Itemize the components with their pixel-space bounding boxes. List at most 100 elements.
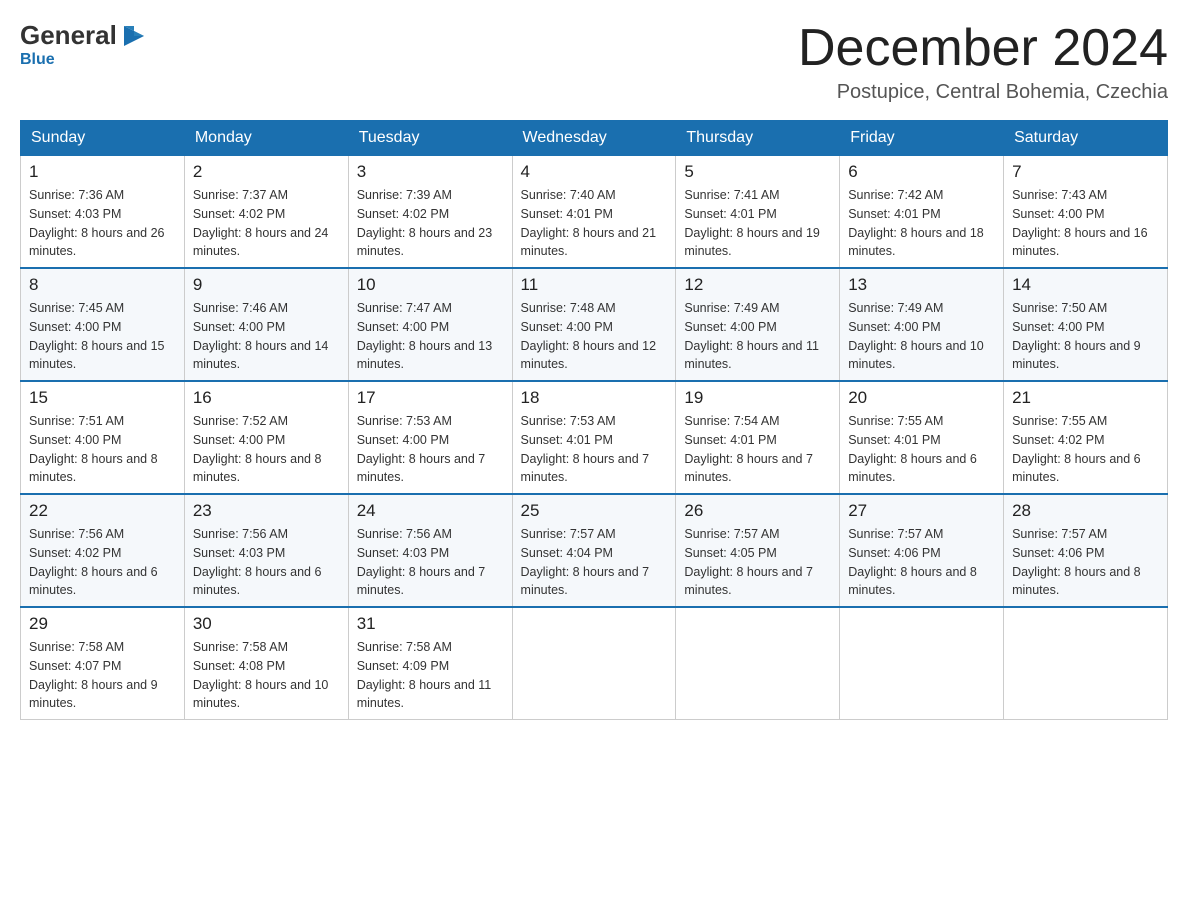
calendar-cell: 22 Sunrise: 7:56 AMSunset: 4:02 PMDaylig… bbox=[21, 494, 185, 607]
calendar-cell: 25 Sunrise: 7:57 AMSunset: 4:04 PMDaylig… bbox=[512, 494, 676, 607]
calendar-cell: 21 Sunrise: 7:55 AMSunset: 4:02 PMDaylig… bbox=[1004, 381, 1168, 494]
day-info: Sunrise: 7:45 AMSunset: 4:00 PMDaylight:… bbox=[29, 301, 165, 371]
col-friday: Friday bbox=[840, 121, 1004, 156]
logo: General Blue bbox=[20, 20, 151, 69]
day-info: Sunrise: 7:55 AMSunset: 4:02 PMDaylight:… bbox=[1012, 414, 1141, 484]
day-number: 17 bbox=[357, 388, 504, 408]
calendar-week-row: 29 Sunrise: 7:58 AMSunset: 4:07 PMDaylig… bbox=[21, 607, 1168, 720]
day-number: 10 bbox=[357, 275, 504, 295]
calendar-week-row: 1 Sunrise: 7:36 AMSunset: 4:03 PMDayligh… bbox=[21, 156, 1168, 269]
calendar-week-row: 8 Sunrise: 7:45 AMSunset: 4:00 PMDayligh… bbox=[21, 268, 1168, 381]
day-number: 14 bbox=[1012, 275, 1159, 295]
calendar-cell: 18 Sunrise: 7:53 AMSunset: 4:01 PMDaylig… bbox=[512, 381, 676, 494]
day-info: Sunrise: 7:54 AMSunset: 4:01 PMDaylight:… bbox=[684, 414, 813, 484]
calendar-title: December 2024 bbox=[798, 20, 1168, 77]
day-number: 2 bbox=[193, 162, 340, 182]
calendar-cell: 6 Sunrise: 7:42 AMSunset: 4:01 PMDayligh… bbox=[840, 156, 1004, 269]
col-saturday: Saturday bbox=[1004, 121, 1168, 156]
day-info: Sunrise: 7:56 AMSunset: 4:02 PMDaylight:… bbox=[29, 527, 158, 597]
day-number: 16 bbox=[193, 388, 340, 408]
day-info: Sunrise: 7:51 AMSunset: 4:00 PMDaylight:… bbox=[29, 414, 158, 484]
day-info: Sunrise: 7:49 AMSunset: 4:00 PMDaylight:… bbox=[848, 301, 984, 371]
calendar-cell: 14 Sunrise: 7:50 AMSunset: 4:00 PMDaylig… bbox=[1004, 268, 1168, 381]
day-info: Sunrise: 7:43 AMSunset: 4:00 PMDaylight:… bbox=[1012, 188, 1148, 258]
calendar-cell: 15 Sunrise: 7:51 AMSunset: 4:00 PMDaylig… bbox=[21, 381, 185, 494]
day-info: Sunrise: 7:53 AMSunset: 4:01 PMDaylight:… bbox=[521, 414, 650, 484]
col-sunday: Sunday bbox=[21, 121, 185, 156]
calendar-cell: 4 Sunrise: 7:40 AMSunset: 4:01 PMDayligh… bbox=[512, 156, 676, 269]
calendar-cell: 28 Sunrise: 7:57 AMSunset: 4:06 PMDaylig… bbox=[1004, 494, 1168, 607]
day-number: 3 bbox=[357, 162, 504, 182]
day-number: 27 bbox=[848, 501, 995, 521]
calendar-cell: 8 Sunrise: 7:45 AMSunset: 4:00 PMDayligh… bbox=[21, 268, 185, 381]
calendar-cell: 1 Sunrise: 7:36 AMSunset: 4:03 PMDayligh… bbox=[21, 156, 185, 269]
calendar-cell: 3 Sunrise: 7:39 AMSunset: 4:02 PMDayligh… bbox=[348, 156, 512, 269]
day-number: 6 bbox=[848, 162, 995, 182]
calendar-cell: 7 Sunrise: 7:43 AMSunset: 4:00 PMDayligh… bbox=[1004, 156, 1168, 269]
calendar-week-row: 15 Sunrise: 7:51 AMSunset: 4:00 PMDaylig… bbox=[21, 381, 1168, 494]
day-number: 11 bbox=[521, 275, 668, 295]
day-info: Sunrise: 7:57 AMSunset: 4:06 PMDaylight:… bbox=[1012, 527, 1141, 597]
day-number: 28 bbox=[1012, 501, 1159, 521]
day-info: Sunrise: 7:42 AMSunset: 4:01 PMDaylight:… bbox=[848, 188, 984, 258]
day-number: 15 bbox=[29, 388, 176, 408]
calendar-cell: 20 Sunrise: 7:55 AMSunset: 4:01 PMDaylig… bbox=[840, 381, 1004, 494]
calendar-cell: 23 Sunrise: 7:56 AMSunset: 4:03 PMDaylig… bbox=[184, 494, 348, 607]
calendar-cell: 12 Sunrise: 7:49 AMSunset: 4:00 PMDaylig… bbox=[676, 268, 840, 381]
calendar-cell: 29 Sunrise: 7:58 AMSunset: 4:07 PMDaylig… bbox=[21, 607, 185, 720]
day-info: Sunrise: 7:56 AMSunset: 4:03 PMDaylight:… bbox=[193, 527, 322, 597]
logo-general-text: General bbox=[20, 20, 117, 51]
calendar-cell bbox=[676, 607, 840, 720]
day-number: 30 bbox=[193, 614, 340, 634]
calendar-cell: 11 Sunrise: 7:48 AMSunset: 4:00 PMDaylig… bbox=[512, 268, 676, 381]
logo-text: General bbox=[20, 20, 151, 51]
day-info: Sunrise: 7:58 AMSunset: 4:08 PMDaylight:… bbox=[193, 640, 329, 710]
day-number: 25 bbox=[521, 501, 668, 521]
day-number: 22 bbox=[29, 501, 176, 521]
day-info: Sunrise: 7:58 AMSunset: 4:09 PMDaylight:… bbox=[357, 640, 492, 710]
logo-flag-icon bbox=[118, 24, 150, 48]
calendar-week-row: 22 Sunrise: 7:56 AMSunset: 4:02 PMDaylig… bbox=[21, 494, 1168, 607]
calendar-cell: 26 Sunrise: 7:57 AMSunset: 4:05 PMDaylig… bbox=[676, 494, 840, 607]
calendar-cell: 19 Sunrise: 7:54 AMSunset: 4:01 PMDaylig… bbox=[676, 381, 840, 494]
day-info: Sunrise: 7:48 AMSunset: 4:00 PMDaylight:… bbox=[521, 301, 657, 371]
day-number: 9 bbox=[193, 275, 340, 295]
calendar-cell: 13 Sunrise: 7:49 AMSunset: 4:00 PMDaylig… bbox=[840, 268, 1004, 381]
calendar-cell: 16 Sunrise: 7:52 AMSunset: 4:00 PMDaylig… bbox=[184, 381, 348, 494]
calendar-cell: 31 Sunrise: 7:58 AMSunset: 4:09 PMDaylig… bbox=[348, 607, 512, 720]
col-monday: Monday bbox=[184, 121, 348, 156]
day-number: 12 bbox=[684, 275, 831, 295]
page-header: General Blue December 2024 Postupice, Ce… bbox=[20, 20, 1168, 104]
day-number: 24 bbox=[357, 501, 504, 521]
calendar-cell bbox=[512, 607, 676, 720]
title-block: December 2024 Postupice, Central Bohemia… bbox=[798, 20, 1168, 104]
day-info: Sunrise: 7:53 AMSunset: 4:00 PMDaylight:… bbox=[357, 414, 486, 484]
day-info: Sunrise: 7:36 AMSunset: 4:03 PMDaylight:… bbox=[29, 188, 165, 258]
calendar-cell bbox=[1004, 607, 1168, 720]
day-info: Sunrise: 7:46 AMSunset: 4:00 PMDaylight:… bbox=[193, 301, 329, 371]
day-info: Sunrise: 7:49 AMSunset: 4:00 PMDaylight:… bbox=[684, 301, 819, 371]
col-tuesday: Tuesday bbox=[348, 121, 512, 156]
day-info: Sunrise: 7:41 AMSunset: 4:01 PMDaylight:… bbox=[684, 188, 820, 258]
col-thursday: Thursday bbox=[676, 121, 840, 156]
day-number: 8 bbox=[29, 275, 176, 295]
day-number: 31 bbox=[357, 614, 504, 634]
day-number: 20 bbox=[848, 388, 995, 408]
day-info: Sunrise: 7:57 AMSunset: 4:06 PMDaylight:… bbox=[848, 527, 977, 597]
calendar-cell: 2 Sunrise: 7:37 AMSunset: 4:02 PMDayligh… bbox=[184, 156, 348, 269]
day-number: 5 bbox=[684, 162, 831, 182]
calendar-cell: 5 Sunrise: 7:41 AMSunset: 4:01 PMDayligh… bbox=[676, 156, 840, 269]
calendar-cell: 9 Sunrise: 7:46 AMSunset: 4:00 PMDayligh… bbox=[184, 268, 348, 381]
day-info: Sunrise: 7:40 AMSunset: 4:01 PMDaylight:… bbox=[521, 188, 657, 258]
day-info: Sunrise: 7:58 AMSunset: 4:07 PMDaylight:… bbox=[29, 640, 158, 710]
day-number: 1 bbox=[29, 162, 176, 182]
day-info: Sunrise: 7:57 AMSunset: 4:05 PMDaylight:… bbox=[684, 527, 813, 597]
day-number: 7 bbox=[1012, 162, 1159, 182]
day-info: Sunrise: 7:52 AMSunset: 4:00 PMDaylight:… bbox=[193, 414, 322, 484]
day-info: Sunrise: 7:47 AMSunset: 4:00 PMDaylight:… bbox=[357, 301, 493, 371]
day-number: 4 bbox=[521, 162, 668, 182]
calendar-subtitle: Postupice, Central Bohemia, Czechia bbox=[798, 81, 1168, 104]
day-number: 29 bbox=[29, 614, 176, 634]
day-info: Sunrise: 7:56 AMSunset: 4:03 PMDaylight:… bbox=[357, 527, 486, 597]
calendar-cell bbox=[840, 607, 1004, 720]
